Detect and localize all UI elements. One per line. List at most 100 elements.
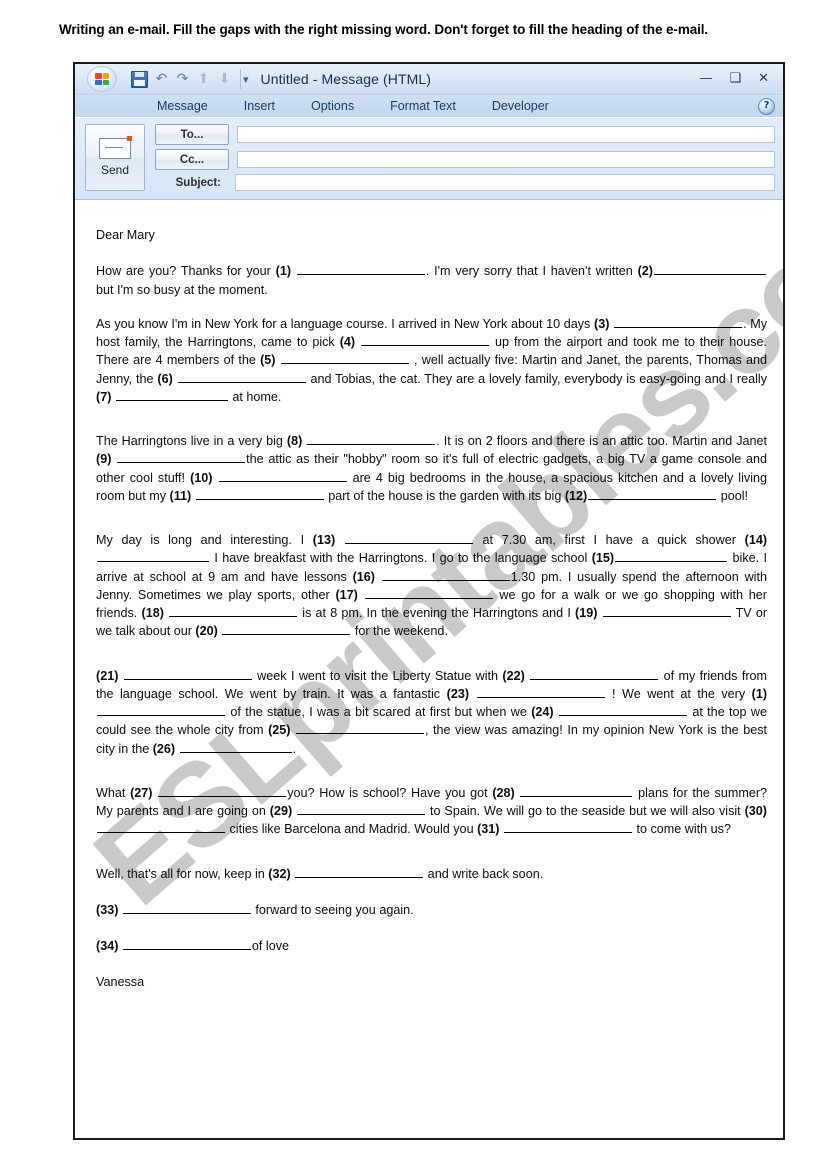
- tab-message[interactable]: Message: [139, 99, 226, 113]
- gap-blank-6[interactable]: [177, 370, 306, 383]
- tab-format-text[interactable]: Format Text: [372, 99, 474, 113]
- gap-number-20: (20): [195, 624, 218, 639]
- p7-text-a: Well, that's all for now, keep in: [96, 866, 265, 881]
- gap-blank-15[interactable]: [615, 549, 728, 563]
- envelope-icon: [99, 136, 132, 159]
- gap-blank-11[interactable]: [195, 487, 324, 500]
- gap-blank-22[interactable]: [530, 667, 659, 680]
- gap-blank-4[interactable]: [361, 333, 490, 346]
- office-orb-button[interactable]: [81, 65, 123, 93]
- gap-blank-12[interactable]: [588, 487, 717, 500]
- salutation: Dear Mary: [96, 226, 767, 244]
- paragraph-4: My day is long and interesting. I (13) a…: [96, 531, 767, 641]
- gap-blank-5[interactable]: [280, 351, 409, 365]
- gap-blank-33[interactable]: [122, 901, 251, 914]
- undo-icon[interactable]: ↶: [154, 71, 169, 87]
- gap-blank-32[interactable]: [295, 865, 424, 878]
- p4-text-g: is at 8 pm. In the evening the Harringto…: [298, 606, 571, 620]
- gap-blank-1[interactable]: [296, 262, 425, 276]
- to-button[interactable]: To...: [155, 124, 229, 145]
- worksheet-instruction: Writing an e-mail. Fill the gaps with th…: [59, 22, 709, 37]
- paragraph-7: Well, that's all for now, keep in (32) a…: [96, 865, 767, 883]
- office-orb-icon: [87, 66, 117, 92]
- gap-blank-31[interactable]: [503, 820, 632, 834]
- cc-input[interactable]: [237, 151, 775, 168]
- gap-number-29: (29): [269, 804, 293, 818]
- subject-label: Subject:: [175, 176, 221, 189]
- send-button[interactable]: Send: [85, 124, 145, 191]
- gap-blank-25[interactable]: [296, 721, 424, 735]
- outlook-titlebar: ↶ ↷ ⬆ ⬇ ▾ Untitled - Message (HTML) — ❑ …: [75, 64, 783, 94]
- gap-blank-27[interactable]: [158, 784, 287, 797]
- gap-blank-29[interactable]: [297, 802, 426, 815]
- gap-blank-1-repeat[interactable]: [97, 703, 225, 716]
- previous-item-icon[interactable]: ⬆: [196, 71, 211, 87]
- save-icon[interactable]: [131, 70, 148, 88]
- p4-text-i: for the weekend.: [351, 624, 448, 639]
- paragraph-5: (21) week I went to visit the Liberty St…: [96, 667, 767, 758]
- quick-access-toolbar: ↶ ↷ ⬆ ⬇: [127, 69, 241, 89]
- signature: Vanessa: [96, 973, 767, 991]
- p6-text-e: cities like Barcelona and Madrid. Would …: [226, 822, 474, 837]
- p5-text-a: week I went to visit the Liberty Statue …: [252, 668, 499, 683]
- gap-blank-28[interactable]: [520, 784, 633, 797]
- gap-number-9: (9): [96, 452, 112, 467]
- gap-number-8: (8): [286, 434, 303, 448]
- minimize-button[interactable]: —: [699, 72, 712, 85]
- gap-blank-26[interactable]: [179, 740, 292, 753]
- gap-blank-17[interactable]: [364, 586, 493, 599]
- orb-quadrant-green: [102, 79, 109, 85]
- gap-blank-18[interactable]: [169, 604, 298, 617]
- gap-blank-30[interactable]: [97, 820, 225, 834]
- p4-text-b: at 7.30 am, first I have a quick shower: [473, 533, 736, 547]
- redo-icon[interactable]: ↷: [175, 71, 190, 87]
- paragraph-1: How are you? Thanks for your (1) . I'm v…: [96, 262, 767, 299]
- tab-developer[interactable]: Developer: [474, 99, 567, 113]
- letter-body: Dear Mary How are you? Thanks for your (…: [75, 200, 783, 1012]
- gap-number-10: (10): [190, 470, 213, 485]
- gap-number-2: (2): [637, 264, 654, 279]
- tab-options[interactable]: Options: [293, 99, 372, 113]
- p3-text-a: The Harringtons live in a very big: [96, 434, 283, 448]
- gap-blank-14[interactable]: [97, 549, 209, 563]
- gap-blank-20[interactable]: [222, 622, 351, 636]
- gap-blank-16[interactable]: [381, 568, 510, 581]
- gap-blank-3[interactable]: [614, 315, 743, 328]
- to-input[interactable]: [237, 126, 775, 143]
- gap-number-32: (32): [268, 866, 291, 881]
- p6-text-f: to come with us?: [632, 822, 731, 837]
- gap-blank-24[interactable]: [558, 703, 687, 716]
- to-row: To...: [155, 124, 775, 145]
- salutation-text: Dear Mary: [96, 228, 155, 242]
- p4-text-a: My day is long and interesting. I: [96, 533, 305, 547]
- next-item-icon[interactable]: ⬇: [217, 71, 232, 87]
- maximize-button[interactable]: ❑: [729, 72, 741, 85]
- send-button-label: Send: [100, 163, 130, 177]
- p1-text-b: . I'm very sorry that I haven't written: [425, 264, 633, 279]
- gap-blank-21[interactable]: [123, 667, 252, 680]
- tab-insert[interactable]: Insert: [226, 99, 293, 113]
- gap-number-14: (14): [744, 533, 768, 547]
- help-icon[interactable]: ?: [758, 98, 775, 115]
- p3-text-e: part of the house is the garden with its…: [324, 488, 562, 503]
- subject-input[interactable]: [235, 174, 775, 191]
- close-button[interactable]: ✕: [758, 72, 769, 85]
- gap-blank-2[interactable]: [654, 262, 767, 276]
- gap-blank-13[interactable]: [344, 531, 473, 544]
- p2-text-a: As you know I'm in New York for a langua…: [96, 316, 591, 331]
- gap-number-26: (26): [152, 741, 176, 756]
- gap-number-4: (4): [339, 335, 356, 349]
- gap-blank-8[interactable]: [307, 432, 436, 445]
- gap-blank-10[interactable]: [218, 469, 347, 482]
- gap-number-25: (25): [268, 723, 291, 738]
- gap-number-33: (33): [96, 902, 119, 917]
- gap-blank-23[interactable]: [476, 685, 605, 698]
- p6-text-d: to Spain. We will go to the seaside but …: [426, 804, 741, 818]
- gap-blank-9[interactable]: [117, 450, 246, 464]
- gap-blank-34[interactable]: [122, 937, 251, 950]
- cc-button[interactable]: Cc...: [155, 149, 229, 170]
- gap-blank-7[interactable]: [115, 388, 228, 401]
- p9-text-a: of love: [251, 939, 290, 953]
- gap-blank-19[interactable]: [602, 604, 731, 617]
- p6-text-a: What: [96, 785, 126, 800]
